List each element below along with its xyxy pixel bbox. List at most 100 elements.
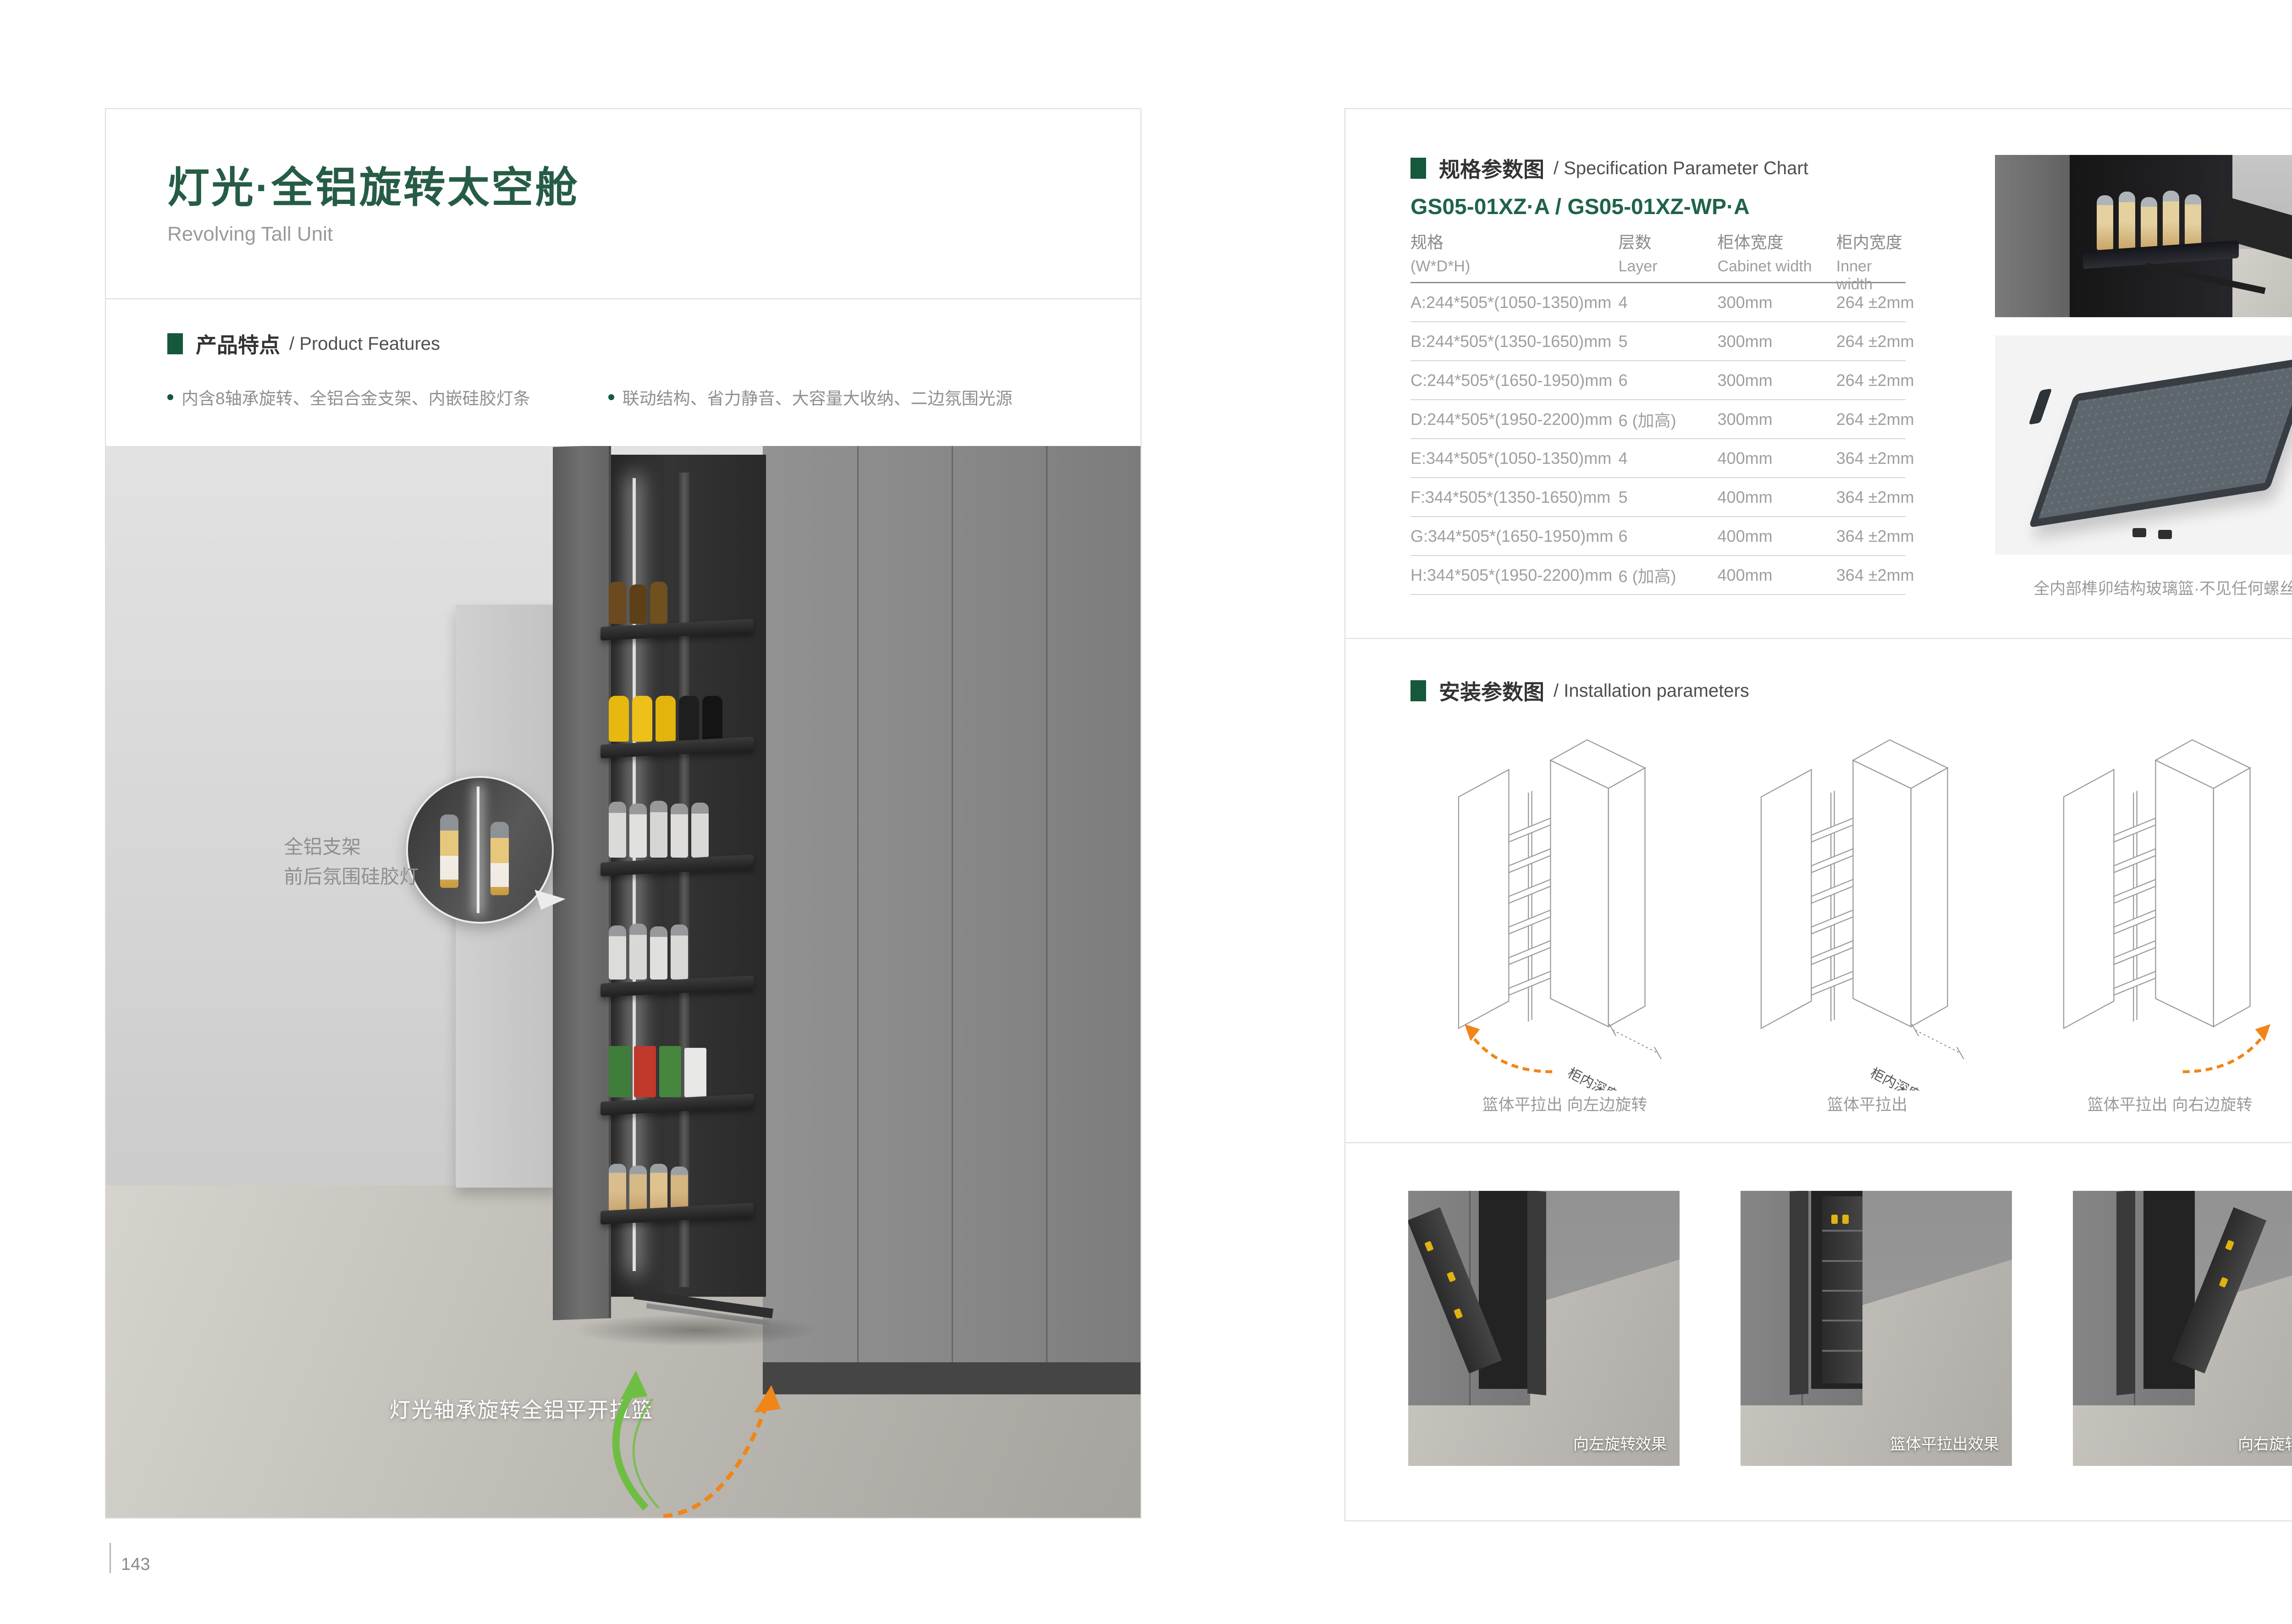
effect-caption: 向右旋转效果 bbox=[2238, 1431, 2292, 1454]
spec-photo-caption: 全内部榫卯结构玻璃篮·不见任何螺丝 bbox=[1995, 576, 2292, 599]
cell-inner-width: 364 ±2mm bbox=[1836, 488, 1906, 507]
catalog-spread: 灯光·全铝旋转太空舱 Revolving Tall Unit 产品特点 / Pr… bbox=[0, 0, 2292, 1624]
spec-section: 规格参数图 / Specification Parameter Chart GS… bbox=[1345, 109, 2292, 639]
install-heading-en: / Installation parameters bbox=[1554, 681, 1749, 701]
spec-photos: 全内部榫卯结构玻璃篮·不见任何螺丝 bbox=[1995, 155, 2292, 599]
cell-inner-width: 264 ±2mm bbox=[1836, 293, 1906, 312]
spec-heading-en: / Specification Parameter Chart bbox=[1554, 158, 1808, 179]
install-diagram-rotate-right bbox=[2051, 729, 2289, 1090]
cell-cabinet-width: 300mm bbox=[1718, 293, 1836, 312]
cabinet-seam bbox=[857, 446, 859, 1394]
cell-cabinet-width: 300mm bbox=[1718, 410, 1836, 429]
bullet-dot-icon bbox=[608, 394, 614, 400]
features-heading: 产品特点 / Product Features bbox=[167, 329, 1140, 359]
cell-cabinet-width: 400mm bbox=[1718, 488, 1836, 507]
install-diagrams: 柜内深度 ≥520mm bbox=[1345, 729, 2292, 1090]
table-row: C:244*505*(1650-1950)mm6300mm264 ±2mm bbox=[1410, 361, 1906, 400]
spec-heading: 规格参数图 / Specification Parameter Chart bbox=[1410, 153, 1808, 183]
floor-shadow bbox=[572, 1314, 820, 1346]
table-row: G:344*505*(1650-1950)mm6400mm364 ±2mm bbox=[1410, 517, 1906, 556]
cell-spec: H:344*505*(1950-2200)mm bbox=[1410, 566, 1619, 585]
install-caption-left: 篮体平拉出 向左边旋转 bbox=[1446, 1092, 1684, 1115]
bullet-dot-icon bbox=[167, 394, 173, 400]
cell-layer: 4 bbox=[1619, 449, 1718, 468]
callout-label-line2: 前后氛围硅胶灯 bbox=[284, 862, 419, 892]
callout-led-strip bbox=[477, 787, 479, 913]
basket-handle bbox=[2028, 388, 2052, 424]
page-number-divider bbox=[110, 1543, 111, 1573]
install-caption-right: 篮体平拉出 向右边旋转 bbox=[2051, 1092, 2289, 1115]
right-page: 规格参数图 / Specification Parameter Chart GS… bbox=[1344, 108, 2292, 1521]
table-row: A:244*505*(1050-1350)mm4300mm264 ±2mm bbox=[1410, 283, 1906, 322]
effect-photo-rotate-right: 向右旋转效果 bbox=[2073, 1191, 2292, 1466]
spec-photo-basket bbox=[1995, 336, 2292, 555]
dim-label: 柜内深度 ≥520mm bbox=[1565, 1065, 1671, 1090]
glass-basket bbox=[2028, 356, 2292, 528]
install-heading-zh: 安装参数图 bbox=[1439, 676, 1544, 706]
main-product-photo: 全铝支架 前后氛围硅胶灯 灯光轴承旋转全铝平开拉篮 bbox=[106, 446, 1140, 1518]
features-heading-zh: 产品特点 bbox=[196, 329, 280, 359]
page-number: 143 bbox=[121, 1556, 150, 1573]
col-header-inner-zh: 柜内宽度 bbox=[1836, 229, 1906, 253]
cell-layer: 4 bbox=[1619, 293, 1718, 312]
cell-inner-width: 364 ±2mm bbox=[1836, 449, 1906, 468]
cell-inner-width: 364 ±2mm bbox=[1836, 527, 1906, 546]
features-heading-en: / Product Features bbox=[289, 334, 440, 354]
cell-spec: F:344*505*(1350-1650)mm bbox=[1410, 488, 1619, 507]
cell-spec: A:244*505*(1050-1350)mm bbox=[1410, 293, 1619, 312]
model-number: GS05-01XZ·A / GS05-01XZ-WP·A bbox=[1410, 194, 1750, 220]
feature-bullet-text: 内含8轴承旋转、全铝合金支架、内嵌硅胶灯条 bbox=[182, 385, 530, 409]
install-captions: 篮体平拉出 向左边旋转 篮体平拉出 篮体平拉出 向右边旋转 bbox=[1345, 1092, 2292, 1115]
callout-label: 全铝支架 前后氛围硅胶灯 bbox=[284, 832, 419, 892]
cell-inner-width: 264 ±2mm bbox=[1836, 332, 1906, 351]
installation-section: 安装参数图 / Installation parameters bbox=[1345, 639, 2292, 1143]
page-number-right: 144 bbox=[2287, 1543, 2292, 1573]
cell-cabinet-width: 300mm bbox=[1718, 332, 1836, 351]
table-row: D:244*505*(1950-2200)mm6 (加高)300mm264 ±2… bbox=[1410, 400, 1906, 439]
install-caption-middle: 篮体平拉出 bbox=[1748, 1092, 1987, 1115]
col-header-inner-en: Inner width bbox=[1836, 258, 1906, 293]
spec-table: 规格(W*D*H) 层数Layer 柜体宽度Cabinet width 柜内宽度… bbox=[1410, 225, 1906, 595]
basket-clip bbox=[2158, 530, 2172, 539]
col-header-layer-en: Layer bbox=[1619, 258, 1718, 275]
cell-spec: G:344*505*(1650-1950)mm bbox=[1410, 527, 1619, 546]
section-square-icon bbox=[1410, 158, 1426, 179]
cell-cabinet-width: 400mm bbox=[1718, 527, 1836, 546]
basket-items bbox=[609, 919, 749, 980]
basket-clip bbox=[2132, 528, 2146, 537]
cell-layer: 6 (加高) bbox=[1619, 563, 1718, 587]
section-square-icon bbox=[167, 333, 183, 354]
install-diagram-straight: 柜内深度 ≥520mm bbox=[1748, 729, 1987, 1090]
effect-caption: 篮体平拉出效果 bbox=[1890, 1431, 1999, 1454]
basket-items bbox=[609, 1038, 749, 1098]
page-number-left: 143 bbox=[110, 1543, 150, 1573]
spec-table-header: 规格(W*D*H) 层数Layer 柜体宽度Cabinet width 柜内宽度… bbox=[1410, 225, 1906, 283]
col-header-cabinet-en: Cabinet width bbox=[1718, 258, 1836, 275]
photo-bottles bbox=[2097, 191, 2201, 250]
callout-label-line1: 全铝支架 bbox=[284, 832, 419, 862]
cell-spec: C:244*505*(1650-1950)mm bbox=[1410, 371, 1619, 390]
effect-photo-straight: 篮体平拉出效果 bbox=[1741, 1191, 2012, 1466]
cell-inner-width: 364 ±2mm bbox=[1836, 566, 1906, 585]
cell-cabinet-width: 400mm bbox=[1718, 566, 1836, 585]
feature-bullet-text: 联动结构、省力静音、大容量大收纳、二边氛围光源 bbox=[623, 385, 1013, 409]
cell-layer: 6 (加高) bbox=[1619, 407, 1718, 431]
photo-right-cabinets bbox=[763, 446, 1140, 1394]
detail-callout-circle bbox=[406, 776, 554, 924]
effect-photos: 向左旋转效果 篮体平拉出效果 bbox=[1408, 1191, 2292, 1466]
features-bullets: 内含8轴承旋转、全铝合金支架、内嵌硅胶灯条 联动结构、省力静音、大容量大收纳、二… bbox=[167, 385, 1140, 409]
basket-items bbox=[609, 798, 749, 858]
cell-layer: 5 bbox=[1619, 332, 1718, 351]
spec-photo-pullout bbox=[1995, 155, 2292, 317]
cabinet-toe-kick bbox=[763, 1362, 1140, 1394]
cell-inner-width: 264 ±2mm bbox=[1836, 410, 1906, 429]
cell-spec: E:344*505*(1050-1350)mm bbox=[1410, 449, 1619, 468]
col-header-layer-zh: 层数 bbox=[1619, 229, 1718, 253]
callout-bottle bbox=[490, 822, 509, 895]
dim-label: 柜内深度 ≥520mm bbox=[1868, 1065, 1973, 1090]
table-row: B:244*505*(1350-1650)mm5300mm264 ±2mm bbox=[1410, 322, 1906, 361]
cell-layer: 6 bbox=[1619, 527, 1718, 546]
install-heading: 安装参数图 / Installation parameters bbox=[1410, 676, 1749, 706]
cell-inner-width: 264 ±2mm bbox=[1836, 371, 1906, 390]
table-row: F:344*505*(1350-1650)mm5400mm364 ±2mm bbox=[1410, 478, 1906, 517]
